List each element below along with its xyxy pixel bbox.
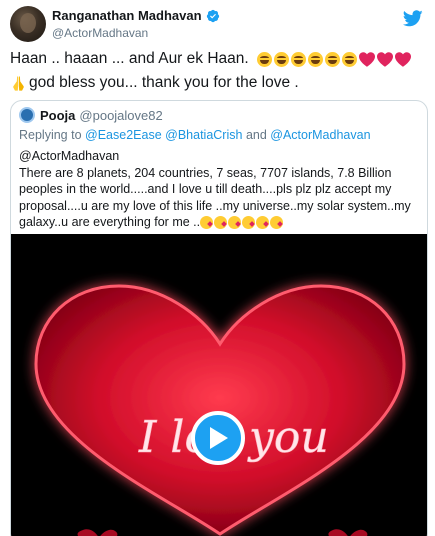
face-blowing-kiss-icon — [242, 216, 256, 230]
heart-video-frame: I lo you — [34, 284, 406, 536]
tweet-text: Haan .. haaan ... and Aur ek Haan. god b… — [10, 47, 430, 95]
face-blowing-kiss-icon — [228, 216, 242, 230]
tweet-header: Ranganathan Madhavan @ActorMadhavan — [10, 6, 425, 42]
quoted-author-avatar[interactable] — [19, 107, 35, 123]
author-handle[interactable]: @ActorMadhavan — [52, 26, 148, 40]
laughing-emoji-icon — [273, 51, 289, 67]
laughing-emoji-icon — [324, 51, 340, 67]
quoted-tweet-text: @ActorMadhavan There are 8 planets, 204 … — [19, 148, 423, 231]
play-icon — [210, 427, 228, 449]
replying-to-line: Replying to @Ease2Ease @BhatiaCrish and … — [19, 128, 371, 142]
tweet-line-2: god bless you... thank you for the love … — [10, 71, 430, 95]
laughing-emoji-icon — [290, 51, 306, 67]
tweet-line-1-text: Haan .. haaan ... and Aur ek Haan. — [10, 50, 249, 67]
face-blowing-kiss-icon — [270, 216, 284, 230]
video-text-right: you — [247, 412, 329, 463]
laughing-emoji-icon — [256, 51, 272, 67]
reply-mention-link[interactable]: @Ease2Ease — [85, 128, 162, 142]
replying-to-label: Replying to — [19, 128, 82, 142]
video-player[interactable]: I lo you — [11, 234, 427, 536]
red-heart-icon — [394, 51, 411, 67]
quoted-tweet-header: Pooja @poojalove82 — [19, 107, 163, 123]
laughing-emoji-icon — [307, 51, 323, 67]
face-blowing-kiss-icon — [200, 216, 214, 230]
author-avatar[interactable] — [10, 6, 46, 42]
face-blowing-kiss-icon — [214, 216, 228, 230]
quoted-author-name[interactable]: Pooja — [40, 108, 75, 123]
red-heart-icon — [376, 51, 393, 67]
laughing-emoji-icon — [341, 51, 357, 67]
reply-mention-link[interactable]: @BhatiaCrish — [165, 128, 242, 142]
twitter-bird-icon[interactable] — [403, 10, 423, 27]
tweet-line-2-text: god bless you... thank you for the love … — [29, 74, 299, 91]
quoted-tweet-card[interactable]: Pooja @poojalove82 Replying to @Ease2Eas… — [10, 100, 428, 536]
reply-mention-link[interactable]: @ActorMadhavan — [270, 128, 370, 142]
author-name[interactable]: Ranganathan Madhavan — [52, 8, 202, 23]
play-button[interactable] — [191, 411, 245, 465]
folded-hands-icon — [13, 75, 24, 91]
verified-badge-icon — [206, 9, 219, 22]
author-name-row[interactable]: Ranganathan Madhavan — [52, 8, 220, 23]
face-blowing-kiss-icon — [256, 216, 270, 230]
quoted-mention: @ActorMadhavan — [19, 149, 120, 163]
tweet-line-1: Haan .. haaan ... and Aur ek Haan. — [10, 47, 430, 71]
red-heart-icon — [358, 51, 375, 67]
quoted-author-handle[interactable]: @poojalove82 — [79, 108, 162, 123]
reply-and-label: and — [245, 128, 267, 142]
